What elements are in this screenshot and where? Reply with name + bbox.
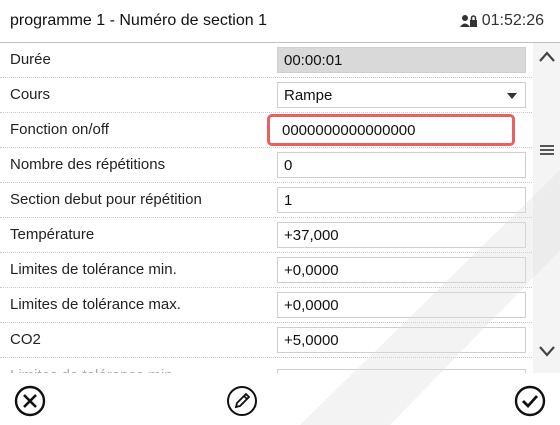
list-item-tol-max: Limites de tolérance max. +0,0000	[0, 288, 532, 323]
parameter-list: Durée 00:00:01 Cours Rampe Fonction on/o…	[0, 43, 532, 358]
cancel-button[interactable]	[10, 381, 50, 421]
chevron-up-icon	[538, 51, 555, 62]
list-item-co2: CO2 +5,0000	[0, 323, 532, 358]
row-label: Limites de tolérance max.	[10, 296, 181, 313]
on-off-function-field[interactable]: 0000000000000000	[267, 114, 515, 146]
repetitions-field[interactable]: 0	[277, 152, 526, 178]
list-item-tol-min: Limites de tolérance min. +0,0000	[0, 253, 532, 288]
row-label: Fonction on/off	[10, 121, 109, 138]
edit-pencil-icon	[227, 386, 257, 416]
scroll-down-button[interactable]	[533, 343, 560, 359]
page-title: programme 1 - Numéro de section 1	[10, 12, 267, 29]
duration-field: 00:00:01	[277, 47, 526, 73]
list-item-cours: Cours Rampe	[0, 78, 532, 113]
list-item-duree: Durée 00:00:01	[0, 43, 532, 78]
start-section-field[interactable]: 1	[277, 187, 526, 213]
list-item-temperature: Température +37,000	[0, 218, 532, 253]
dropdown-value: Rampe	[284, 87, 333, 104]
row-label: Durée	[10, 51, 51, 68]
user-lock-icon	[459, 15, 477, 27]
row-label: Cours	[10, 86, 51, 103]
list-item-section-debut: Section debut pour répétition 1	[0, 183, 532, 218]
row-label: Limites de tolérance min.	[10, 261, 177, 278]
confirm-button[interactable]	[510, 381, 550, 421]
clock-time: 01:52:26	[481, 12, 544, 29]
chevron-down-icon	[538, 346, 555, 357]
tolerance-min-field[interactable]: +0,0000	[277, 257, 526, 283]
row-label: CO2	[10, 331, 41, 348]
temperature-field[interactable]: +37,000	[277, 222, 526, 248]
status-clock: 01:52:26	[459, 12, 544, 30]
bottom-toolbar	[0, 373, 560, 425]
drag-handle-icon	[539, 145, 554, 155]
course-dropdown[interactable]: Rampe	[277, 82, 526, 108]
title-bar: programme 1 - Numéro de section 1 01:52:…	[0, 0, 560, 43]
scrollbar[interactable]	[533, 43, 560, 373]
row-label: Nombre des répétitions	[10, 156, 166, 173]
edit-button[interactable]	[222, 381, 262, 421]
row-label: Section debut pour répétition	[10, 191, 202, 208]
confirm-check-icon	[514, 385, 546, 417]
cancel-circle-icon	[14, 385, 46, 417]
list-item-fonction: Fonction on/off 0000000000000000	[0, 113, 532, 148]
tolerance-max-field[interactable]: +0,0000	[277, 292, 526, 318]
list-item-repetitions: Nombre des répétitions 0	[0, 148, 532, 183]
row-label: Température	[10, 226, 95, 243]
scroll-handle[interactable]	[533, 143, 560, 157]
co2-field[interactable]: +5,0000	[277, 327, 526, 353]
dropdown-arrow-icon	[507, 93, 517, 99]
scroll-up-button[interactable]	[533, 49, 560, 65]
